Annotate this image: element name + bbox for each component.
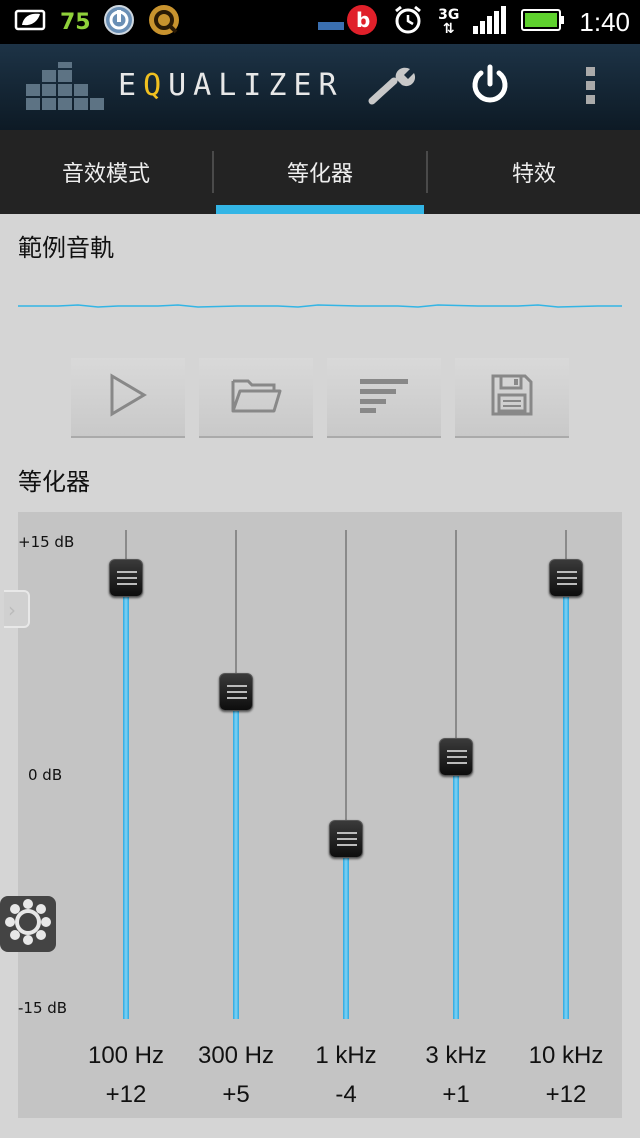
tab-label: 特效 xyxy=(511,162,556,187)
play-icon xyxy=(108,373,148,421)
overflow-menu-button[interactable] xyxy=(562,62,618,112)
db-min-label: -15 dB xyxy=(18,999,68,1017)
db-mid-label: 0 dB xyxy=(28,766,63,784)
data-arrows-icon: ⇅ xyxy=(442,21,455,37)
band-frequency-label: 100 Hz xyxy=(87,1042,165,1069)
band-frequency-label: 300 Hz xyxy=(197,1042,275,1069)
app-title-q: Q xyxy=(143,68,169,103)
band-gain-value: +5 xyxy=(222,1081,250,1108)
tab-bar: 音效模式 等化器 特效 xyxy=(0,130,640,214)
app-title-rest: UALIZER xyxy=(168,68,344,103)
battery-icon xyxy=(521,8,565,36)
settings-wrench-button[interactable] xyxy=(364,62,420,112)
waveform-display xyxy=(18,304,622,308)
power-button[interactable] xyxy=(462,62,518,112)
band-slider-thumb[interactable] xyxy=(219,673,253,711)
battery-saver-number: 75 xyxy=(60,9,91,35)
sample-track-heading: 範例音軌 xyxy=(18,234,114,262)
save-icon xyxy=(490,373,534,421)
app-bar: EQUALIZER xyxy=(0,44,640,130)
band-gain-value: +12 xyxy=(105,1081,147,1108)
status-bar: 75 b 3G ⇅ 1:40 xyxy=(0,0,640,44)
side-drawer-handle[interactable]: › xyxy=(4,590,30,628)
band-slider-thumb[interactable] xyxy=(109,558,143,597)
play-button[interactable] xyxy=(71,358,185,438)
band-gain-value: +12 xyxy=(545,1081,587,1108)
floating-settings-button[interactable] xyxy=(0,896,56,952)
tab-label: 音效模式 xyxy=(61,162,150,187)
band-level-fill xyxy=(563,578,569,1019)
battery-saver-leaf-icon xyxy=(14,7,48,37)
band-level-fill xyxy=(123,578,129,1019)
app-title: EQUALIZER xyxy=(118,68,344,103)
list-icon xyxy=(358,377,410,417)
folder-open-icon xyxy=(230,375,282,419)
chevron-right-icon: › xyxy=(8,598,16,622)
wrench-icon xyxy=(366,65,418,109)
tab-effects[interactable]: 特效 xyxy=(428,130,640,214)
more-vertical-icon xyxy=(583,65,597,109)
band-slider-thumb[interactable] xyxy=(329,819,363,858)
tab-equalizer[interactable]: 等化器 xyxy=(214,130,426,214)
clock-time: 1:40 xyxy=(579,6,630,37)
band-slider-thumb[interactable] xyxy=(439,738,473,777)
power-icon xyxy=(469,64,511,110)
search-app-icon xyxy=(147,3,181,41)
sync-app-icon xyxy=(103,4,135,40)
band-gain-value: -4 xyxy=(335,1081,357,1108)
band-frequency-label: 10 kHz xyxy=(528,1042,604,1069)
band-level-fill xyxy=(453,758,459,1019)
svg-text:b: b xyxy=(356,8,370,32)
db-max-label: +15 dB xyxy=(18,533,75,551)
band-level-fill xyxy=(343,839,349,1019)
beats-audio-icon: b xyxy=(318,4,378,40)
tab-label: 等化器 xyxy=(286,162,353,187)
signal-strength-icon xyxy=(473,6,507,38)
band-gain-value: +1 xyxy=(442,1081,470,1108)
app-title-initial: E xyxy=(118,68,144,103)
open-folder-button[interactable] xyxy=(199,358,313,438)
alarm-icon xyxy=(392,4,424,40)
equalizer-logo-icon xyxy=(26,62,106,116)
save-preset-button[interactable] xyxy=(455,358,569,438)
band-frequency-label: 3 kHz xyxy=(425,1042,487,1069)
equalizer-heading: 等化器 xyxy=(18,468,90,496)
band-level-fill xyxy=(233,693,239,1019)
gear-icon xyxy=(4,898,52,950)
band-slider-thumb[interactable] xyxy=(549,558,583,597)
equalizer-panel: +15 dB 0 dB -15 dB 100 Hz +12 300 Hz +5 1 kH… xyxy=(18,512,622,1118)
band-frequency-label: 1 kHz xyxy=(315,1042,377,1069)
tab-sound-mode[interactable]: 音效模式 xyxy=(0,130,212,214)
playlist-button[interactable] xyxy=(327,358,441,438)
